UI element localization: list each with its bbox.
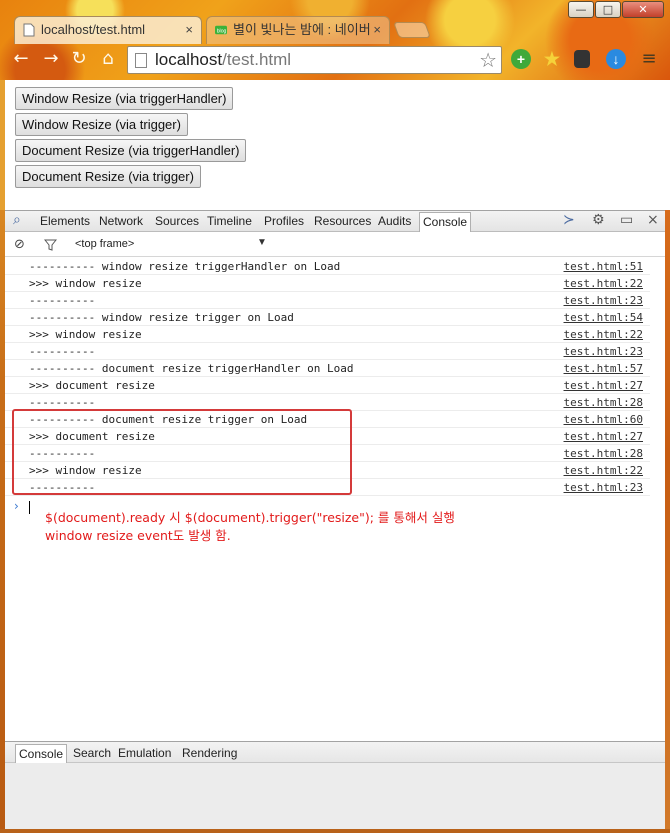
inspect-search-icon[interactable]: ⌕ (13, 212, 21, 228)
download-icon[interactable]: ↓ (606, 49, 626, 69)
console-message: ---------- test.html:23 (5, 292, 650, 309)
filter-icon[interactable] (44, 239, 57, 251)
tab-close-icon[interactable]: × (373, 17, 381, 43)
minimize-button[interactable]: — (568, 1, 594, 18)
console-toolbar: ⊘ <top frame> ▼ (5, 233, 665, 257)
star-extension-icon[interactable]: ★ (542, 49, 562, 69)
address-bar[interactable]: localhost/test.html ☆ (127, 46, 502, 74)
console-message: >>> document resize test.html:27 (5, 377, 650, 394)
back-arrow-icon[interactable]: ← (10, 48, 32, 70)
tab-naver-blog[interactable]: blog 별이 빛나는 밤에 : 네이버 × (206, 16, 390, 44)
window-resize-triggerhandler-button[interactable]: Window Resize (via triggerHandler) (15, 87, 234, 110)
settings-gear-icon[interactable]: ⚙ (592, 212, 605, 228)
drawer-tab-rendering[interactable]: Rendering (182, 746, 237, 760)
chevron-down-icon[interactable]: ▼ (257, 237, 267, 248)
source-link[interactable]: test.html:23 (564, 343, 643, 360)
annotation-text: $(document).ready 시 $(document).trigger(… (45, 509, 455, 545)
tab-title: localhost/test.html (41, 22, 146, 37)
console-message: ---------- document resize triggerHandle… (5, 360, 650, 377)
tab-console[interactable]: Console (419, 212, 472, 232)
annotation-line-1: $(document).ready 시 $(document).trigger(… (45, 510, 455, 525)
source-link[interactable]: test.html:27 (564, 428, 643, 445)
drawer-tab-console[interactable]: Console (15, 744, 68, 764)
source-link[interactable]: test.html:60 (564, 411, 643, 428)
tab-sources[interactable]: Sources (155, 214, 199, 228)
source-link[interactable]: test.html:22 (564, 462, 643, 479)
close-window-button[interactable]: ✕ (622, 1, 664, 18)
blog-favicon-icon: blog (215, 25, 227, 35)
source-link[interactable]: test.html:27 (564, 377, 643, 394)
clear-console-icon[interactable]: ⊘ (14, 237, 25, 252)
document-resize-trigger-button[interactable]: Document Resize (via trigger) (15, 165, 201, 188)
tab-profiles[interactable]: Profiles (264, 214, 304, 228)
document-resize-triggerhandler-button[interactable]: Document Resize (via triggerHandler) (15, 139, 247, 162)
svg-text:blog: blog (217, 29, 227, 35)
source-link[interactable]: test.html:57 (564, 360, 643, 377)
console-message: >>> window resize test.html:22 (5, 275, 650, 292)
tab-audits[interactable]: Audits (378, 214, 411, 228)
source-link[interactable]: test.html:22 (564, 326, 643, 343)
page-icon (135, 53, 147, 68)
menu-icon[interactable]: ≡ (638, 48, 660, 70)
console-message: ---------- window resize triggerHandler … (5, 258, 650, 275)
annotation-highlight-box (12, 409, 352, 495)
tab-localhost[interactable]: localhost/test.html × (14, 16, 202, 44)
home-icon[interactable]: ⌂ (97, 48, 119, 70)
forward-arrow-icon[interactable]: → (40, 48, 62, 70)
maximize-button[interactable]: □ (595, 1, 621, 18)
console-input[interactable] (29, 501, 30, 514)
source-link[interactable]: test.html:23 (564, 479, 643, 496)
console-prompt-icon: › (14, 499, 19, 513)
console-message: ---------- test.html:23 (5, 343, 650, 360)
tab-timeline[interactable]: Timeline (207, 214, 252, 228)
show-drawer-icon[interactable]: ≻ (563, 212, 575, 228)
page-content: Window Resize (via triggerHandler) Windo… (0, 80, 670, 210)
drawer-tab-emulation[interactable]: Emulation (118, 746, 171, 760)
devtools-panel-tabs: ⌕ Elements Network Sources Timeline Prof… (5, 210, 665, 232)
new-tab-button[interactable] (393, 22, 431, 38)
window-resize-trigger-button[interactable]: Window Resize (via trigger) (15, 113, 188, 136)
drawer-tabs: Console Search Emulation Rendering (5, 741, 665, 764)
source-link[interactable]: test.html:23 (564, 292, 643, 309)
source-link[interactable]: test.html:22 (564, 275, 643, 292)
dock-side-icon[interactable]: ▭ (620, 212, 633, 228)
tab-resources[interactable]: Resources (314, 214, 371, 228)
reload-icon[interactable]: ↻ (68, 48, 90, 70)
evernote-icon[interactable] (574, 50, 590, 68)
window-border-bottom (0, 829, 670, 833)
source-link[interactable]: test.html:51 (564, 258, 643, 275)
source-link[interactable]: test.html:28 (564, 445, 643, 462)
tab-network[interactable]: Network (99, 214, 143, 228)
close-devtools-icon[interactable]: × (647, 212, 659, 228)
window-controls: — □ ✕ (568, 1, 664, 18)
page-icon (23, 23, 35, 37)
browser-toolbar: ← → ↻ ⌂ localhost/test.html ☆ + ★ ↓ ≡ (0, 44, 670, 76)
bookmark-star-icon[interactable]: ☆ (479, 48, 497, 72)
console-output: ---------- window resize triggerHandler … (5, 257, 665, 741)
tab-close-icon[interactable]: × (185, 17, 193, 43)
drawer-panel (5, 763, 665, 829)
source-link[interactable]: test.html:28 (564, 394, 643, 411)
tab-elements[interactable]: Elements (40, 214, 90, 228)
tab-title: 별이 빛나는 밤에 : 네이버 (233, 22, 371, 37)
drawer-tab-search[interactable]: Search (73, 746, 111, 760)
add-extension-icon[interactable]: + (511, 49, 531, 69)
source-link[interactable]: test.html:54 (564, 309, 643, 326)
url-text: localhost/test.html (155, 50, 292, 69)
console-message: >>> window resize test.html:22 (5, 326, 650, 343)
frame-select[interactable]: <top frame> (75, 238, 134, 250)
annotation-line-2: window resize event도 발생 함. (45, 528, 231, 543)
console-message: ---------- window resize trigger on Load… (5, 309, 650, 326)
